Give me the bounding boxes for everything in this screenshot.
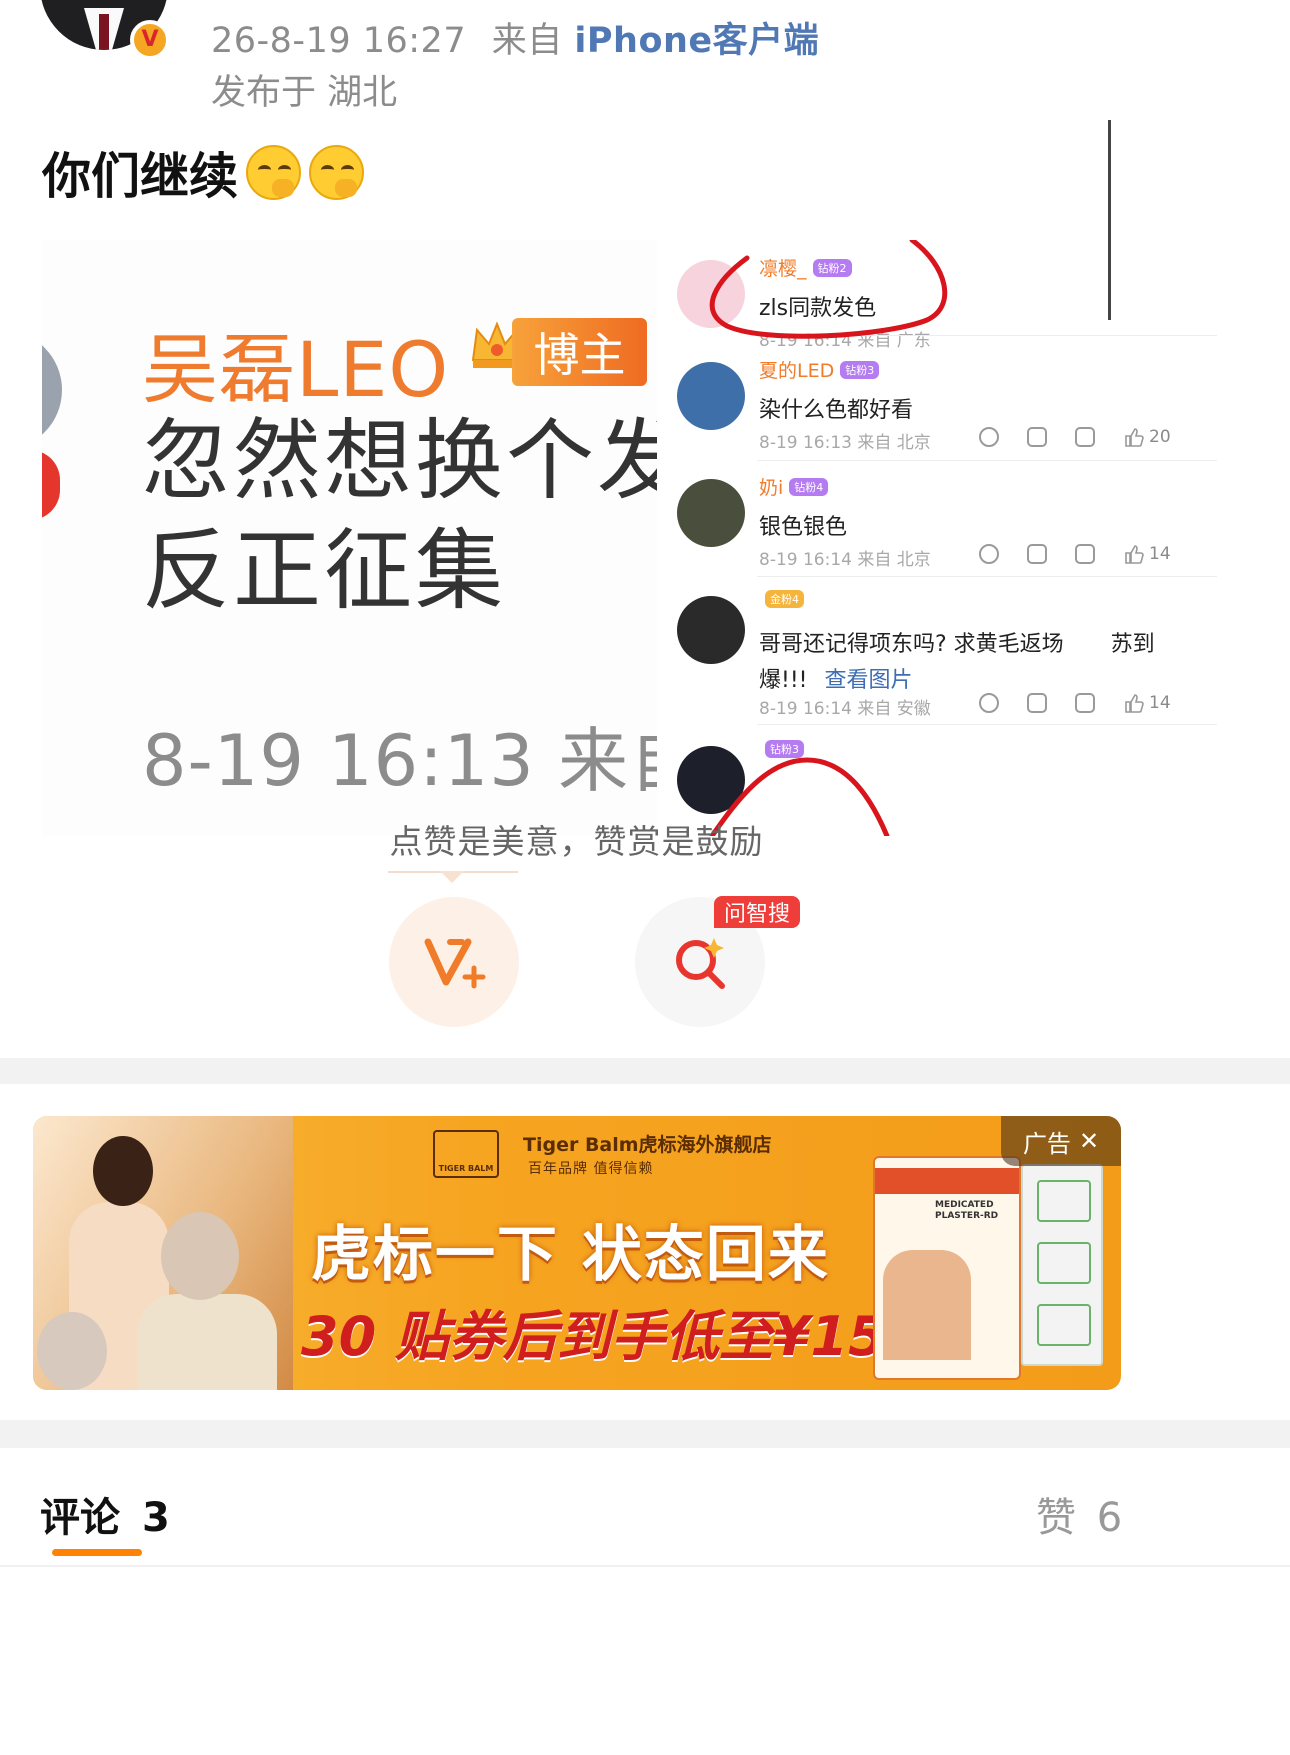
- thumbs-up-icon: [1125, 694, 1144, 713]
- avatar: [677, 596, 745, 664]
- fan-level-badge: 金粉4: [765, 590, 804, 608]
- avatar: [677, 260, 745, 328]
- post-meta: 26-8-19 16:27 来自 iPhone客户端: [211, 12, 819, 63]
- quoted-text-line-2: 反正征集: [142, 519, 507, 622]
- dislike-icon: [979, 693, 999, 713]
- fan-level-badge: 钻粉4: [789, 477, 829, 496]
- image-comment-list: 凛樱_ 钻粉2 zls同款发色 8-19 16:14 来自 广东 夏的LED 钻…: [657, 240, 1252, 836]
- tab-likes-count: 6: [1096, 1495, 1123, 1541]
- quoted-time: 8-19 16:13 来自: [142, 720, 701, 802]
- quoted-text-line-1: 忽然想换个发: [142, 409, 689, 512]
- image-scrollbar: [1108, 120, 1111, 320]
- ad-headline: 虎标一下 状态回来: [311, 1220, 830, 1290]
- client-link[interactable]: iPhone客户端: [574, 21, 819, 61]
- list-item: 凛樱_ 钻粉2 zls同款发色 8-19 16:14 来自 广东: [657, 254, 1252, 354]
- fan-level-badge: 钻粉3: [765, 740, 804, 758]
- ad-price-line: 30 贴券后到手低至¥158: [301, 1305, 924, 1368]
- like-count: 14: [1149, 544, 1171, 564]
- post-body: 你们继续: [42, 147, 239, 205]
- blogger-badge: 博主: [512, 318, 647, 386]
- comment-time: 8-19 16:14 来自 北京: [759, 550, 931, 570]
- verified-badge-icon: V: [130, 20, 170, 60]
- ad-label: 广告: [1022, 1129, 1071, 1158]
- ai-search-badge: 问智搜: [714, 896, 800, 928]
- comment-time: 8-19 16:14 来自 广东: [759, 331, 931, 351]
- image-left-crop: 吴磊LEO 博主 忽然想换个发 反正征集 8-19 16:13 来自: [42, 240, 699, 836]
- divider: [0, 1420, 1290, 1448]
- post-image[interactable]: 吴磊LEO 博主 忽然想换个发 反正征集 8-19 16:13 来自 凛樱_ 钻…: [42, 240, 1252, 836]
- dislike-icon: [979, 427, 999, 447]
- v-plus-icon: [424, 938, 486, 989]
- list-item: 奶i 钻粉4 银色银色 8-19 16:14 来自 北京 14: [657, 473, 1252, 583]
- fan-level-badge: 钻粉3: [840, 360, 880, 379]
- sparkle-search-icon: [676, 938, 725, 989]
- ad-corner[interactable]: 广告 ✕: [1001, 1116, 1121, 1166]
- ad-brand: Tiger Balm虎标海外旗舰店: [523, 1134, 772, 1156]
- comment-text: zls同款发色: [759, 296, 877, 321]
- reward-tagline: 点赞是美意，赞赏是鼓励: [389, 822, 764, 861]
- tab-comments[interactable]: 评论 3: [40, 1485, 170, 1543]
- post-header: V 26-8-19 16:27 来自 iPhone客户端 发布于 湖北: [0, 0, 1290, 120]
- post-location: 发布于 湖北: [211, 73, 398, 113]
- divider: [0, 1058, 1290, 1084]
- tab-comments-count: 3: [141, 1495, 170, 1541]
- tab-likes-label: 赞: [1036, 1495, 1076, 1541]
- source-prefix: 来自: [491, 21, 563, 61]
- reply-icon: [1075, 427, 1095, 447]
- post-timestamp: 26-8-19 16:27: [211, 21, 467, 61]
- commenter-name: 凛樱_: [759, 258, 807, 280]
- share-icon: [1027, 544, 1047, 564]
- reply-icon: [1075, 693, 1095, 713]
- comment-time: 8-19 16:14 来自 安徽: [759, 699, 931, 719]
- avatar: [677, 479, 745, 547]
- comment-text: 染什么色都好看: [759, 398, 914, 423]
- tab-likes[interactable]: 赞 6: [1036, 1485, 1122, 1543]
- commenter-name: 夏的LED: [759, 360, 835, 382]
- reply-icon: [1075, 544, 1095, 564]
- view-image-link: 查看图片: [824, 668, 913, 693]
- ad-photo: [33, 1116, 293, 1390]
- thumbs-up-icon: [1125, 545, 1144, 564]
- product-label: MEDICATED PLASTER-RD: [935, 1200, 999, 1221]
- ad-banner[interactable]: TIGER BALM Tiger Balm虎标海外旗舰店 百年品牌 值得信赖 虎…: [33, 1116, 1121, 1390]
- like-count: 14: [1149, 693, 1171, 713]
- thinking-emoji-icon: [246, 144, 302, 200]
- comment-text-cont: 爆!!! 查看图片: [759, 668, 913, 693]
- thinking-emoji-icon: [309, 144, 365, 200]
- share-icon: [1027, 427, 1047, 447]
- list-item: 金粉4 哥哥还记得项东吗? 求黄毛返场 苏到 爆!!! 查看图片 8-19 16…: [657, 590, 1252, 720]
- reward-button[interactable]: [389, 897, 519, 1027]
- fan-level-badge: 钻粉2: [812, 258, 852, 277]
- ad-subtitle: 百年品牌 值得信赖: [528, 1161, 654, 1177]
- tab-active-indicator: [52, 1549, 142, 1556]
- comment-time: 8-19 16:13 来自 北京: [759, 433, 931, 453]
- list-item: 夏的LED 钻粉3 染什么色都好看 8-19 16:13 来自 北京 20: [657, 356, 1252, 466]
- commenter-name: 奶i: [759, 477, 784, 499]
- product-box-image: MEDICATED PLASTER-RD: [873, 1156, 1021, 1380]
- product-pack-image: [1021, 1164, 1103, 1366]
- like-count: 20: [1149, 427, 1171, 447]
- close-icon[interactable]: ✕: [1079, 1127, 1099, 1155]
- dislike-icon: [979, 544, 999, 564]
- avatar: [677, 746, 745, 814]
- avatar: [677, 362, 745, 430]
- tab-comments-label: 评论: [40, 1495, 120, 1541]
- tiger-balm-logo: TIGER BALM: [433, 1130, 499, 1178]
- comment-text: 哥哥还记得项东吗? 求黄毛返场 苏到: [759, 632, 1155, 657]
- post-text: 你们继续: [42, 144, 365, 205]
- comment-text: 银色银色: [759, 515, 848, 540]
- share-icon: [1027, 693, 1047, 713]
- thumbs-up-icon: [1125, 428, 1144, 447]
